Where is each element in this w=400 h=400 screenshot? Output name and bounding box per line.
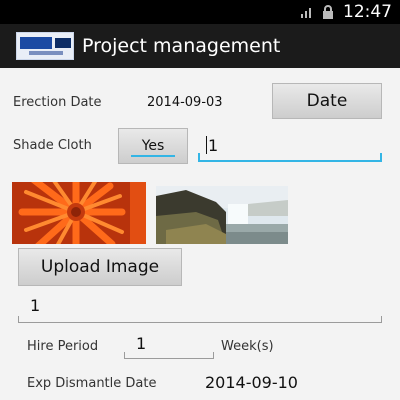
waterfall-photo[interactable] [156, 186, 288, 244]
dismantle-date-label: Exp Dismantle Date [27, 376, 157, 391]
flower-photo[interactable] [12, 182, 146, 244]
hire-period-input[interactable]: 1 [124, 334, 214, 359]
status-icons [300, 5, 334, 19]
shade-toggle-button[interactable]: Yes [118, 128, 188, 164]
description-value: 1 [30, 296, 41, 315]
upload-image-button[interactable]: Upload Image [18, 248, 182, 286]
date-button[interactable]: Date [272, 83, 382, 119]
hire-period-label: Hire Period [27, 339, 99, 354]
erection-date-label: Erection Date [13, 95, 102, 110]
shade-toggle-label: Yes [141, 138, 165, 154]
dismantle-date-value: 2014-09-10 [205, 373, 298, 392]
toggle-indicator [131, 155, 175, 157]
description-input[interactable]: 1 [18, 296, 382, 323]
hire-period-value: 1 [136, 334, 147, 353]
signal-icon [301, 8, 311, 18]
app-logo-icon[interactable] [16, 32, 74, 60]
app-title: Project management [82, 35, 281, 57]
status-bar: 12:47 [0, 0, 400, 24]
shade-cloth-label: Shade Cloth [13, 138, 92, 153]
status-clock: 12:47 [343, 2, 392, 22]
erection-date-value: 2014-09-03 [147, 95, 223, 110]
hire-unit-label: Week(s) [221, 339, 274, 354]
shade-quantity-value: 1 [208, 136, 219, 155]
shade-quantity-input[interactable]: 1 [198, 132, 382, 162]
text-caret [206, 136, 207, 154]
lock-icon [323, 5, 333, 19]
action-bar: Project management [0, 24, 400, 68]
